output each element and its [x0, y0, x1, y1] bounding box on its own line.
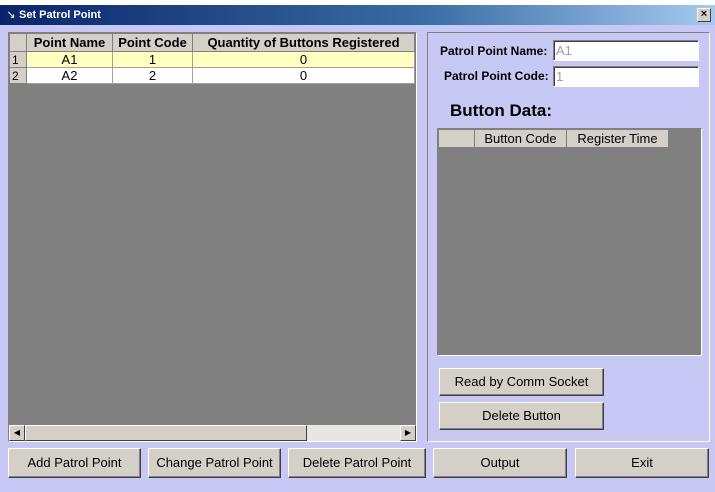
read-by-comm-socket-button[interactable]: Read by Comm Socket: [439, 368, 604, 396]
column-header-register-time[interactable]: Register Time: [566, 129, 669, 148]
add-patrol-point-button[interactable]: Add Patrol Point: [8, 448, 141, 478]
delete-button-button[interactable]: Delete Button: [439, 402, 604, 430]
close-icon: ×: [700, 8, 708, 20]
cell-point-name[interactable]: A2: [26, 67, 113, 84]
close-button[interactable]: ×: [697, 8, 711, 22]
column-header-button-code[interactable]: Button Code: [474, 129, 567, 148]
window-title: Set Patrol Point: [19, 9, 101, 21]
patrol-point-detail-panel: Patrol Point Name: A1 Patrol Point Code:…: [427, 32, 710, 442]
horizontal-scrollbar[interactable]: ◀ ▶: [9, 425, 416, 441]
change-patrol-point-button[interactable]: Change Patrol Point: [148, 448, 281, 478]
patrol-point-name-label: Patrol Point Name:: [440, 44, 548, 58]
patrol-point-table: Point Name Point Code Quantity of Button…: [9, 33, 415, 84]
button-data-title: Button Data:: [450, 101, 552, 120]
scroll-right-button[interactable]: ▶: [400, 425, 416, 441]
grid-corner-header[interactable]: [438, 129, 475, 148]
table-row[interactable]: 2 A2 2 0: [9, 67, 415, 84]
column-header-point-code[interactable]: Point Code: [112, 33, 193, 52]
output-button[interactable]: Output: [433, 448, 567, 478]
row-number[interactable]: 1: [9, 51, 27, 68]
app-icon: ↘: [6, 9, 16, 21]
patrol-point-grid[interactable]: Point Name Point Code Quantity of Button…: [8, 32, 417, 442]
delete-patrol-point-button[interactable]: Delete Patrol Point: [288, 448, 426, 478]
grid-corner-header[interactable]: [9, 33, 27, 52]
column-header-quantity[interactable]: Quantity of Buttons Registered: [192, 33, 415, 52]
patrol-point-code-label: Patrol Point Code:: [444, 69, 549, 83]
scrollbar-thumb[interactable]: [25, 425, 307, 441]
row-number[interactable]: 2: [9, 67, 27, 84]
cell-quantity[interactable]: 0: [192, 51, 415, 68]
cell-point-name[interactable]: A1: [26, 51, 113, 68]
cell-point-code[interactable]: 1: [112, 51, 193, 68]
exit-button[interactable]: Exit: [575, 448, 709, 478]
cell-quantity[interactable]: 0: [192, 67, 415, 84]
arrow-right-icon: ▶: [404, 428, 412, 437]
title-bar[interactable]: ↘ Set Patrol Point ×: [0, 5, 715, 25]
set-patrol-point-window: ↘ Set Patrol Point × Point Name Point Co…: [0, 5, 715, 492]
scroll-left-button[interactable]: ◀: [9, 425, 25, 441]
table-row[interactable]: 1 A1 1 0: [9, 51, 415, 68]
button-data-grid[interactable]: Button Code Register Time: [437, 128, 702, 356]
cell-point-code[interactable]: 2: [112, 67, 193, 84]
column-header-point-name[interactable]: Point Name: [26, 33, 113, 52]
patrol-point-code-field[interactable]: 1: [553, 66, 699, 87]
arrow-left-icon: ◀: [13, 428, 21, 437]
patrol-point-name-field[interactable]: A1: [553, 40, 699, 61]
button-data-table: Button Code Register Time: [438, 129, 669, 148]
